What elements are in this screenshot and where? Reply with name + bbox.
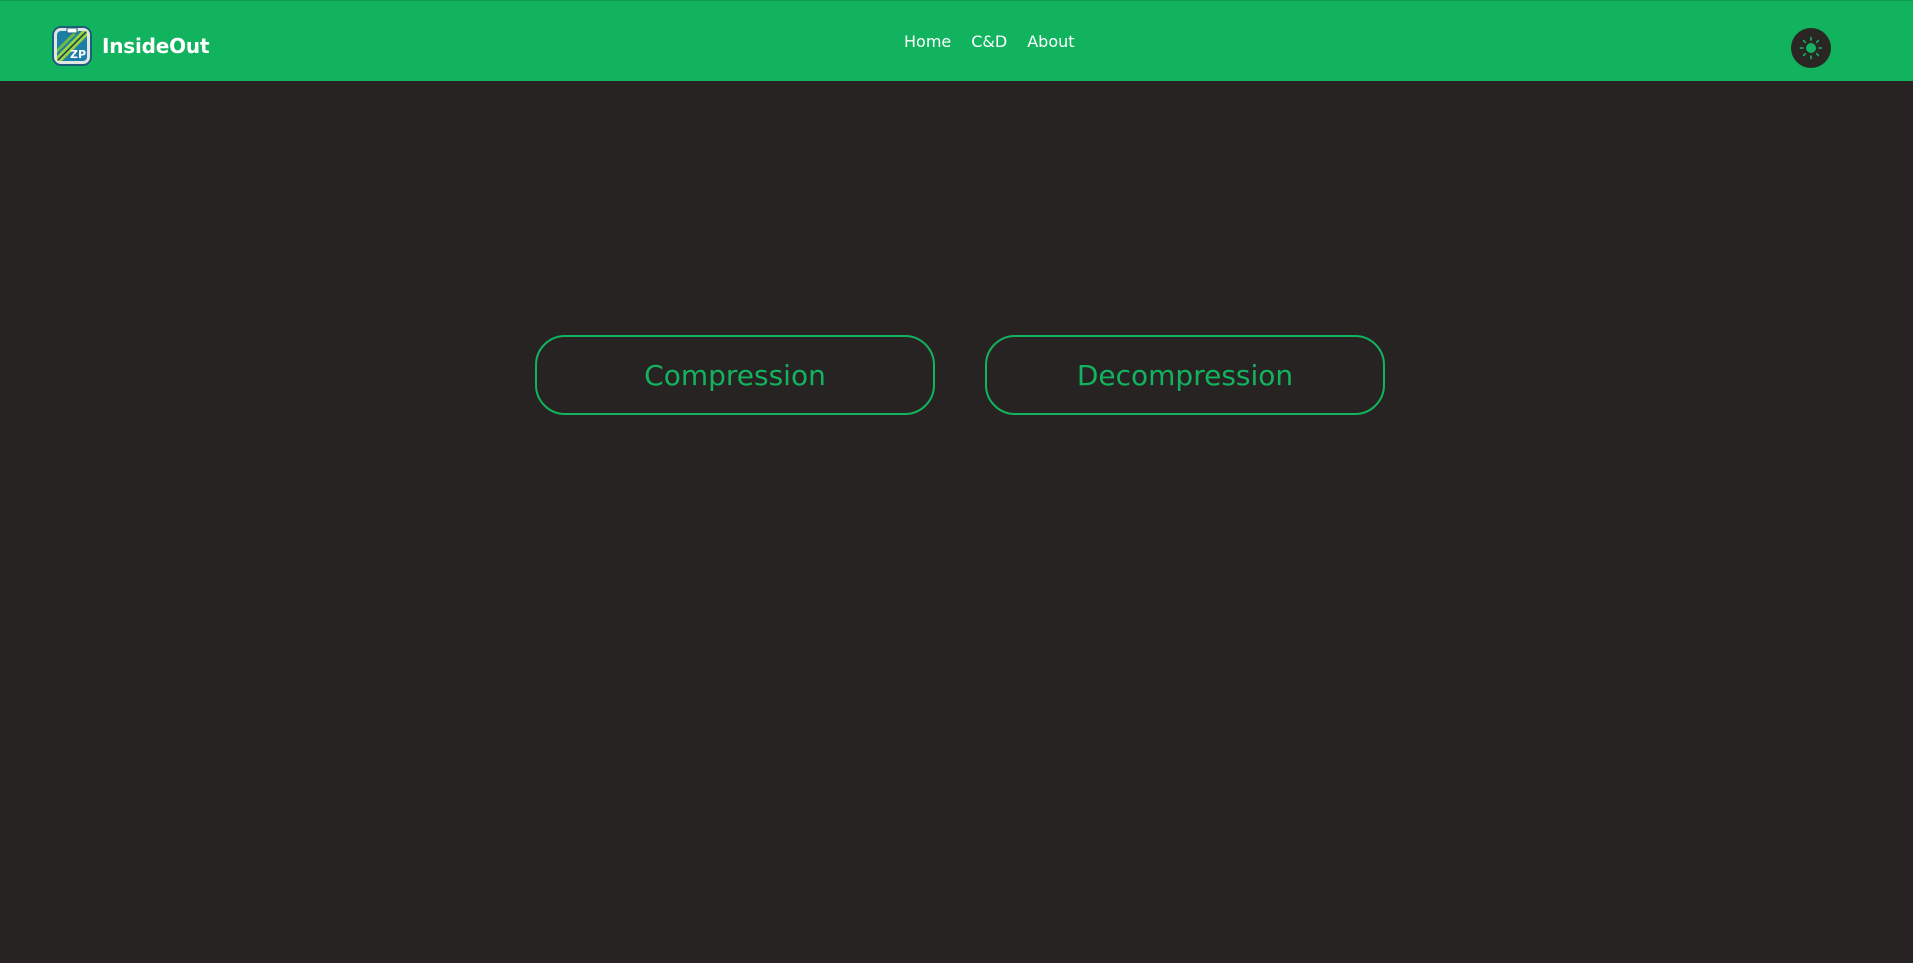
nav-about[interactable]: About [1027,32,1074,51]
app-logo-icon: ZP [52,26,92,66]
nav-c-and-d[interactable]: C&D [971,32,1007,51]
brand-name: InsideOut [102,34,210,58]
theme-toggle-button[interactable] [1791,28,1831,68]
navbar: ZP InsideOut Home C&D About [0,0,1913,81]
logo-text: ZP [70,48,86,61]
nav-home[interactable]: Home [904,32,951,51]
main-nav: Home C&D About [904,32,1075,51]
decompression-button[interactable]: Decompression [985,335,1385,415]
sun-icon [1799,36,1823,60]
brand[interactable]: ZP InsideOut [52,26,210,66]
compression-button[interactable]: Compression [535,335,935,415]
